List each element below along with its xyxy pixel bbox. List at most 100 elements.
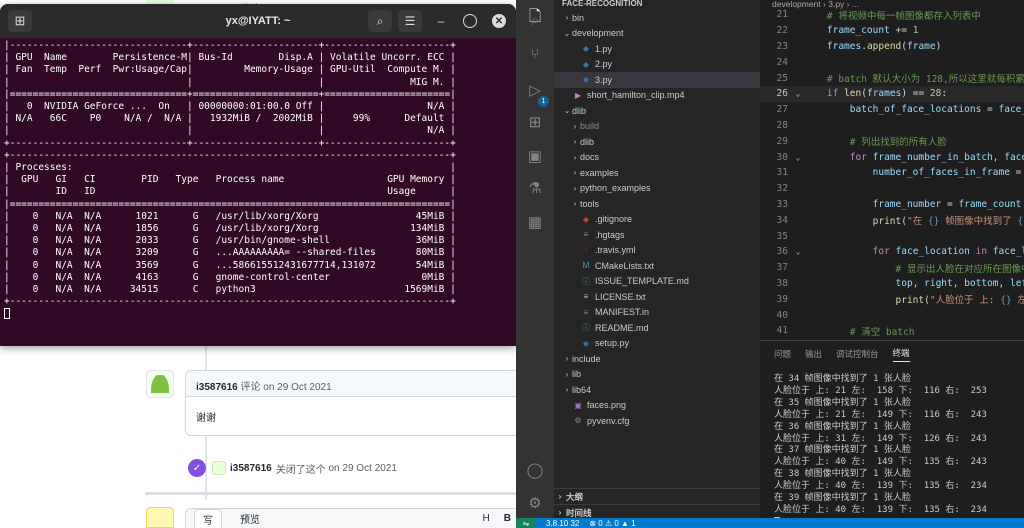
terminal-output[interactable]: |-------------------------------+-------… — [0, 38, 516, 324]
maximize-icon[interactable] — [463, 14, 477, 28]
code-line[interactable]: 23 frames.append(frame) — [760, 39, 1024, 55]
code-line[interactable]: 22 frame_count += 1 — [760, 23, 1024, 39]
code-line[interactable]: 21 # 将视频中每一帧图像都存入列表中 — [760, 7, 1024, 23]
avatar[interactable] — [212, 461, 226, 475]
extensions-icon[interactable]: ⊞ — [525, 112, 545, 132]
folder-item[interactable]: › docs — [554, 150, 760, 166]
file-item[interactable]: ◆ 1.py — [554, 41, 760, 57]
terminal-line: | | | MIG M. | — [4, 76, 456, 88]
code-line[interactable]: 37 # 显示出人脸在对应所在图像中的位置 — [760, 260, 1024, 276]
code-line[interactable]: 25 # batch 默认大小为 128,所以这里就每积累128帧图像就进行一次… — [760, 70, 1024, 86]
folder-item[interactable]: › bin — [554, 10, 760, 26]
bold-button[interactable]: B — [504, 513, 511, 524]
terminal-titlebar[interactable]: ⊞ yx@IYATT: ~ ⌕ ☰ – ✕ — [0, 4, 516, 38]
folder-item[interactable]: › lib64 — [554, 382, 760, 398]
event-date[interactable]: on 29 Oct 2021 — [329, 463, 397, 474]
code-line[interactable]: 39 print("人脸位于 上: {} 左: {} — [760, 291, 1024, 307]
folder-item[interactable]: ⌄ dlib — [554, 103, 760, 119]
comment-author[interactable]: i3587616 — [196, 382, 238, 393]
file-item[interactable]: ≡ LICENSE.txt — [554, 289, 760, 305]
minimize-icon[interactable]: – — [434, 14, 448, 28]
python-interpreter[interactable]: 3.8.10 32 — [546, 519, 579, 528]
remote-icon[interactable]: ⇋ — [516, 518, 536, 528]
folder-item[interactable]: › lib — [554, 367, 760, 383]
terminal-line: 在 38 帧图像中找到了 1 张人脸 — [774, 469, 911, 480]
code-line[interactable]: 30 ⌄ for frame_number_in_batch, face_loca… — [760, 149, 1024, 165]
code-line[interactable]: 26 ⌄ if len(frames) == 28: — [760, 85, 1024, 102]
code-line[interactable]: 24 — [760, 54, 1024, 70]
code-text: for frame_number_in_batch, face_location… — [849, 151, 1024, 163]
fold-chevron-icon[interactable]: ⌄ — [792, 153, 804, 162]
file-item[interactable]: M CMakeLists.txt — [554, 258, 760, 274]
code-line[interactable]: 41 # 清空 batch — [760, 323, 1024, 339]
closed-circle-icon: ✓ — [188, 459, 206, 477]
panel-tab[interactable]: 调试控制台 — [836, 348, 879, 360]
problems-status[interactable]: ⊗ 0 ⚠ 0 ▲ 1 — [589, 519, 635, 528]
folder-item[interactable]: › tools — [554, 196, 760, 212]
heading-button[interactable]: H — [483, 513, 490, 524]
file-item[interactable]: ≡ MANIFEST.in — [554, 305, 760, 321]
file-item[interactable]: ▶ short_hamilton_clip.mp4 — [554, 88, 760, 104]
file-item[interactable]: ! .travis.yml — [554, 243, 760, 259]
file-item[interactable]: ⓘ README.md — [554, 320, 760, 336]
explorer-title[interactable]: FACE-RECOGNITION — [554, 0, 760, 10]
terminal-line: | 0 N/A N/A 34515 C python3 1569MiB | — [4, 284, 456, 296]
code-line[interactable]: 28 — [760, 118, 1024, 134]
code-line[interactable]: 36 ⌄ for face_location in face_locations — [760, 244, 1024, 260]
outline-section[interactable]: › 大纲 — [554, 488, 760, 504]
file-item[interactable]: ▣ faces.png — [554, 398, 760, 414]
folder-item[interactable]: › build — [554, 119, 760, 135]
code-line[interactable]: 29 # 列出找到的所有人脸 — [760, 133, 1024, 149]
code-line[interactable]: 34 print("在 {} 帧图像中找到了 {}" — [760, 212, 1024, 228]
terminal-line: | 0 N/A N/A 1021 G /usr/lib/xorg/Xorg 45… — [4, 210, 456, 222]
event-author[interactable]: i3587616 — [230, 463, 272, 474]
panel-tab[interactable]: 终端 — [892, 347, 910, 362]
code-line[interactable]: 38 top, right, bottom, left = face_locat… — [760, 276, 1024, 292]
hamburger-menu-icon[interactable]: ☰ — [398, 10, 422, 32]
code-line[interactable]: 27 batch_of_face_locations = face_recogn… — [760, 102, 1024, 118]
settings-gear-icon[interactable]: ⚙ — [525, 493, 545, 513]
folder-item[interactable]: › include — [554, 351, 760, 367]
terminal-prompt[interactable] — [4, 308, 512, 321]
integrated-terminal-output[interactable]: 在 34 帧图像中找到了 1 张人脸 人脸位于 上: 21 左: 158 下: 1… — [774, 374, 987, 528]
tab-write[interactable]: 写 — [194, 508, 222, 528]
account-icon[interactable]: ◯ — [525, 460, 545, 480]
line-number: 28 — [776, 119, 788, 131]
code-line[interactable]: 33 frame_number = frame_count - 128 — [760, 197, 1024, 213]
code-line[interactable]: 35 — [760, 228, 1024, 244]
source-control-icon[interactable]: ⑂ — [525, 44, 545, 64]
remote-explorer-icon[interactable]: ▣ — [525, 146, 545, 166]
file-item[interactable]: ◆ setup.py — [554, 336, 760, 352]
terminal-window[interactable]: ⊞ yx@IYATT: ~ ⌕ ☰ – ✕ |-----------------… — [0, 4, 516, 346]
tab-preview[interactable]: 预览 — [240, 511, 260, 526]
close-icon[interactable]: ✕ — [492, 14, 506, 28]
comment-date[interactable]: on 29 Oct 2021 — [263, 382, 331, 393]
search-icon[interactable]: ⌕ — [525, 10, 545, 30]
line-number: 32 — [776, 183, 788, 195]
tree-item-label: 1.py — [595, 43, 613, 54]
file-item[interactable]: ◈ .gitignore — [554, 212, 760, 228]
avatar[interactable] — [146, 370, 174, 398]
fold-chevron-icon[interactable]: ⌄ — [792, 247, 804, 256]
file-item[interactable]: ≡ .hgtags — [554, 227, 760, 243]
folder-item[interactable]: › dlib — [554, 134, 760, 150]
file-item[interactable]: ◆ 3.py — [554, 72, 760, 88]
code-lines[interactable]: 21 # 将视频中每一帧图像都存入列表中 22 frame_count += 12… — [760, 7, 1024, 355]
line-number: 24 — [776, 56, 788, 68]
search-icon[interactable]: ⌕ — [368, 10, 392, 32]
code-line[interactable]: 40 — [760, 307, 1024, 323]
code-editor[interactable]: development › 3.py › ... 21 # 将视频中每一帧图像都… — [760, 0, 1024, 352]
folder-item[interactable]: ⌄ development — [554, 26, 760, 42]
panel-tab[interactable]: 输出 — [805, 348, 822, 360]
file-item[interactable]: ◆ 2.py — [554, 57, 760, 73]
file-item[interactable]: ⚙ pyvenv.cfg — [554, 413, 760, 429]
folder-item[interactable]: › examples — [554, 165, 760, 181]
fold-chevron-icon[interactable]: ⌄ — [792, 89, 804, 98]
code-line[interactable]: 31 number_of_faces_in_frame = len( — [760, 165, 1024, 181]
file-item[interactable]: ⓘ ISSUE_TEMPLATE.md — [554, 274, 760, 290]
test-flask-icon[interactable]: ⚗ — [525, 178, 545, 198]
panel-tab[interactable]: 问题 — [774, 348, 791, 360]
folder-item[interactable]: › python_examples — [554, 181, 760, 197]
docker-icon[interactable]: ▦ — [525, 212, 545, 232]
code-line[interactable]: 32 — [760, 181, 1024, 197]
